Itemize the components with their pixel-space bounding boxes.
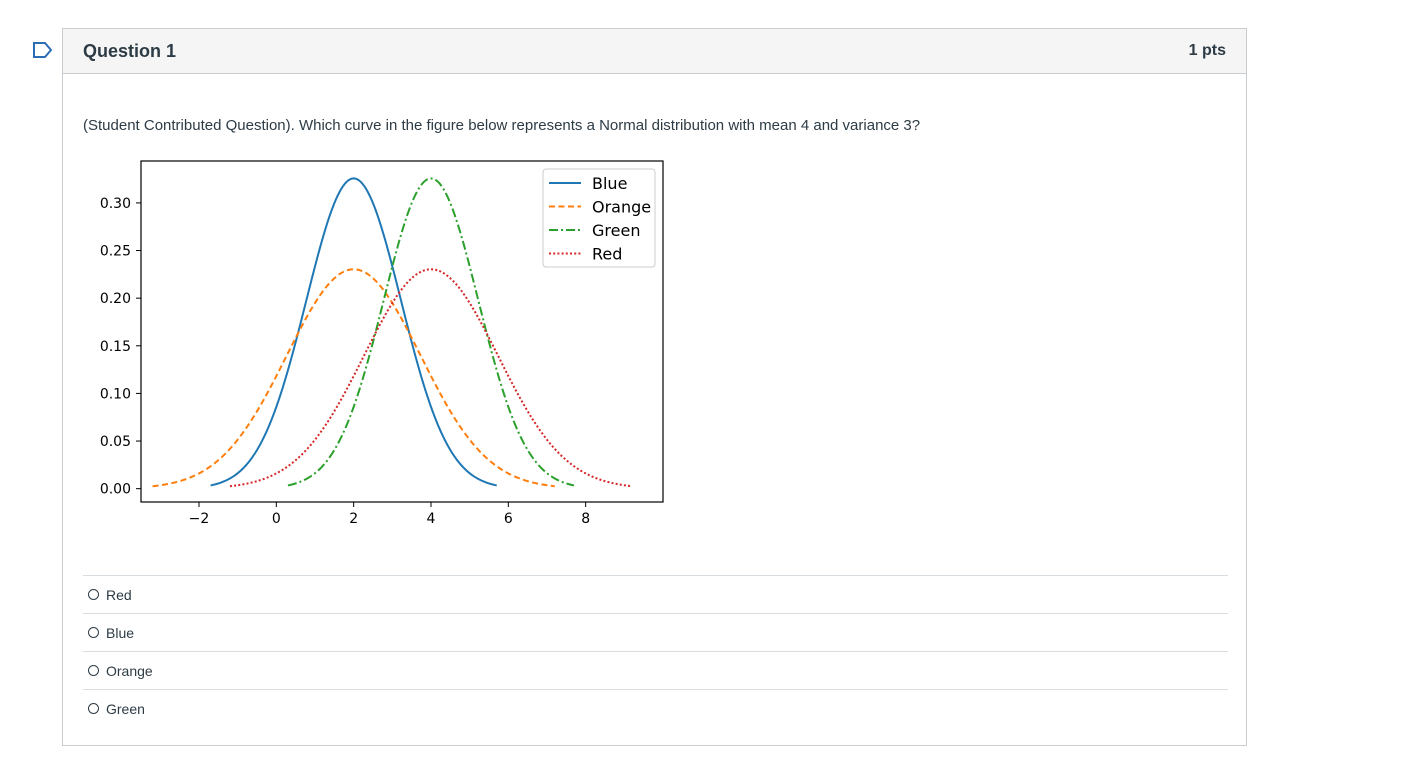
question-header: Question 1 1 pts: [63, 29, 1246, 74]
legend-label-orange: Orange: [592, 198, 651, 217]
question-title: Question 1: [83, 40, 177, 61]
radio-unchecked-icon[interactable]: [88, 589, 99, 600]
question-card: Question 1 1 pts (Student Contributed Qu…: [62, 28, 1247, 746]
y-tick-label: 0.30: [100, 196, 131, 212]
question-points: 1 pts: [1188, 42, 1226, 59]
answer-list: Red Blue Orange Green: [83, 575, 1228, 727]
legend-label-red: Red: [592, 245, 622, 264]
x-tick-label: 4: [427, 511, 436, 527]
answer-label: Blue: [106, 624, 135, 641]
answer-label: Red: [106, 586, 132, 603]
legend-label-blue: Blue: [592, 174, 627, 193]
legend-label-green: Green: [592, 221, 640, 240]
x-tick-label: 0: [272, 511, 281, 527]
series-line-blue: [210, 177, 497, 487]
radio-unchecked-icon[interactable]: [88, 703, 99, 714]
y-tick-label: 0.05: [100, 434, 131, 450]
answer-label: Orange: [106, 662, 153, 679]
x-tick-label: −2: [189, 511, 210, 527]
radio-unchecked-icon[interactable]: [88, 627, 99, 638]
y-tick-label: 0.00: [100, 482, 131, 498]
answer-option-green[interactable]: Green: [83, 689, 1228, 727]
normal-distribution-chart: −2 0 2 4 6 8 0.00 0.05 0.10 0.15 0.20 0.25 0.30 Blue O…: [100, 160, 664, 527]
x-tick-label: 8: [581, 511, 590, 527]
y-tick-label: 0.20: [100, 291, 131, 307]
x-tick-label: 6: [504, 511, 513, 527]
y-tick-label: 0.25: [100, 244, 131, 260]
x-tick-label: 2: [349, 511, 358, 527]
question-text: (Student Contributed Question). Which cu…: [83, 117, 921, 134]
y-tick-label: 0.10: [100, 386, 131, 402]
answer-option-orange[interactable]: Orange: [83, 651, 1228, 689]
bookmark-flag-icon[interactable]: [32, 41, 54, 59]
radio-unchecked-icon[interactable]: [88, 665, 99, 676]
answer-label: Green: [106, 700, 145, 717]
answer-option-red[interactable]: Red: [83, 575, 1228, 613]
y-tick-label: 0.15: [100, 339, 131, 355]
answer-option-blue[interactable]: Blue: [83, 613, 1228, 651]
series-line-green: [287, 177, 575, 487]
